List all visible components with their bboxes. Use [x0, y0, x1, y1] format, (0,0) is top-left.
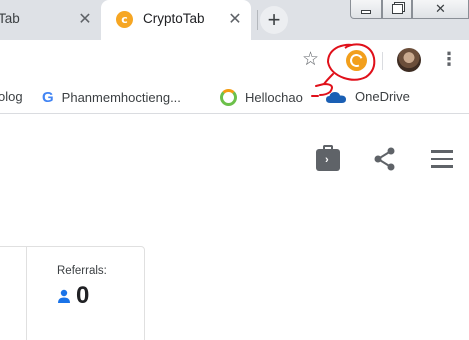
bookmark-label: olog [0, 89, 23, 104]
bookmark-label: Phanmemhoctieng... [61, 90, 181, 105]
profile-avatar[interactable] [397, 48, 421, 72]
browser-window: Tab ✕ c CryptoTab ✕ + ✕ ☆ ⋮ olog G Phanm… [0, 0, 469, 340]
window-close-button[interactable]: ✕ [412, 0, 469, 19]
person-icon [57, 289, 71, 303]
tab-previous[interactable]: Tab ✕ [0, 0, 100, 40]
browser-menu-icon[interactable]: ⋮ [440, 50, 458, 68]
referrals-label: Referrals: [57, 265, 107, 277]
toolbar-separator [382, 52, 383, 70]
menu-icon[interactable] [431, 150, 453, 168]
bookmark-star-icon[interactable]: ☆ [302, 50, 319, 69]
bookmarks-bar: olog G Phanmemhoctieng... Hellochao OneD… [0, 80, 469, 114]
tab-cryptotab[interactable]: c CryptoTab ✕ [101, 0, 251, 40]
referrals-count: 0 [76, 282, 90, 309]
tab-title: CryptoTab [143, 11, 205, 26]
referrals-value: 0 [57, 283, 89, 309]
cryptotab-extension-icon[interactable] [346, 50, 367, 71]
share-icon[interactable] [372, 146, 398, 172]
card-divider [26, 247, 27, 340]
bookmark-label: Hellochao [245, 90, 303, 105]
hellochao-icon [220, 89, 237, 106]
tab-title: Tab [0, 11, 20, 26]
onedrive-cloud-icon [326, 91, 346, 103]
new-tab-button[interactable]: + [260, 6, 288, 34]
cryptotab-c-icon: c [116, 11, 133, 28]
maximize-button[interactable] [382, 0, 412, 19]
google-g-icon: G [42, 89, 54, 106]
bookmark-item[interactable]: OneDrive [326, 89, 410, 104]
minimize-icon [361, 10, 371, 14]
stats-card: Referrals: 0 [0, 246, 145, 340]
close-icon[interactable]: ✕ [77, 12, 93, 28]
bookmark-item[interactable]: G Phanmemhoctieng... [42, 89, 181, 106]
minimize-button[interactable] [350, 0, 382, 19]
page-content: › Referrals: 0 [0, 115, 469, 340]
tab-strip: Tab ✕ c CryptoTab ✕ + ✕ [0, 0, 469, 40]
bookmark-item[interactable]: Hellochao [220, 89, 303, 106]
bookmark-item[interactable]: olog [0, 89, 23, 104]
bookmark-label: OneDrive [355, 89, 410, 104]
tab-separator [257, 10, 258, 30]
wallet-icon[interactable]: › [316, 145, 340, 171]
maximize-icon [391, 4, 403, 14]
browser-toolbar: ☆ ⋮ [0, 40, 469, 80]
close-icon[interactable]: ✕ [227, 12, 243, 28]
